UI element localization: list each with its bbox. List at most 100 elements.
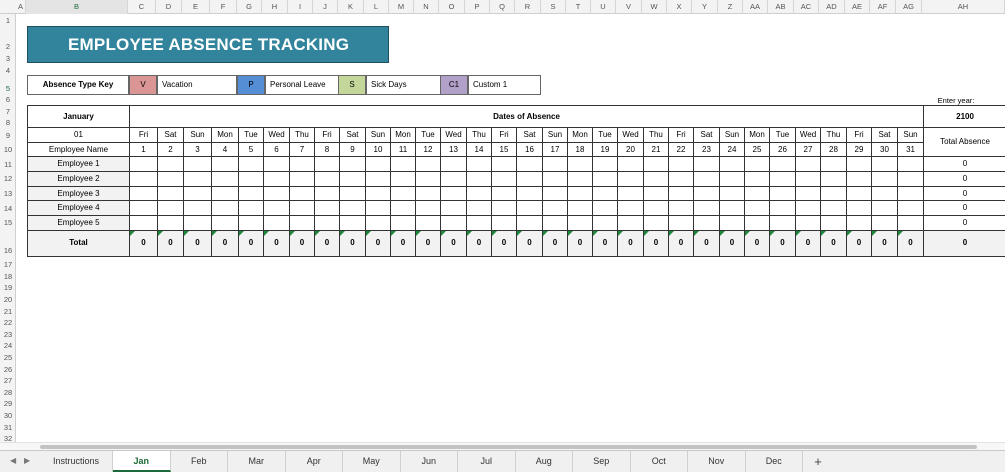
day-total-cell[interactable]: 0	[567, 229, 593, 257]
tab-scroll-right-icon[interactable]: ▶	[24, 456, 30, 465]
absence-cell[interactable]	[693, 200, 720, 217]
absence-cell[interactable]	[289, 215, 315, 231]
column-header-k[interactable]: K	[338, 0, 364, 14]
sheet-tab-nov[interactable]: Nov	[688, 451, 746, 472]
day-total-cell[interactable]: 0	[157, 229, 184, 257]
row-header-31[interactable]: 31	[0, 422, 16, 433]
absence-cell[interactable]	[440, 215, 467, 231]
absence-cell[interactable]	[643, 200, 669, 217]
absence-cell[interactable]	[238, 215, 264, 231]
day-number-cell[interactable]: 24	[719, 141, 745, 158]
column-header-af[interactable]: AF	[870, 0, 896, 14]
day-total-cell[interactable]: 0	[617, 229, 644, 257]
absence-cell[interactable]	[617, 156, 644, 173]
absence-cell[interactable]	[542, 156, 568, 173]
day-number-cell[interactable]: 9	[339, 141, 366, 158]
row-header-23[interactable]: 23	[0, 329, 16, 340]
column-header-s[interactable]: S	[541, 0, 566, 14]
employee-total-cell[interactable]: 0	[923, 185, 1005, 202]
absence-cell[interactable]	[390, 171, 416, 187]
day-total-cell[interactable]: 0	[693, 229, 720, 257]
employee-name-cell[interactable]: Employee 3	[27, 185, 130, 202]
absence-cell[interactable]	[365, 156, 391, 173]
column-header-e[interactable]: E	[182, 0, 210, 14]
absence-cell[interactable]	[693, 171, 720, 187]
absence-cell[interactable]	[289, 156, 315, 173]
weekday-cell[interactable]: Sun	[896, 127, 925, 143]
weekday-cell[interactable]: Tue	[415, 127, 441, 143]
day-number-cell[interactable]: 18	[567, 141, 593, 158]
absence-cell[interactable]	[440, 171, 467, 187]
weekday-cell[interactable]: Sun	[719, 127, 745, 143]
column-header-ah[interactable]: AH	[922, 0, 1005, 14]
day-number-cell[interactable]: 4	[211, 141, 239, 158]
absence-cell[interactable]	[617, 171, 644, 187]
column-header-u[interactable]: U	[591, 0, 616, 14]
absence-cell[interactable]	[157, 215, 184, 231]
absence-cell[interactable]	[365, 171, 391, 187]
day-total-cell[interactable]: 0	[668, 229, 694, 257]
day-total-cell[interactable]: 0	[592, 229, 618, 257]
row-header-11[interactable]: 11	[0, 159, 16, 170]
weekday-cell[interactable]: Sun	[542, 127, 568, 143]
absence-cell[interactable]	[238, 200, 264, 217]
absence-cell[interactable]	[820, 200, 847, 217]
column-header-ab[interactable]: AB	[768, 0, 794, 14]
absence-cell[interactable]	[466, 200, 492, 217]
employee-name-cell[interactable]: Employee 1	[27, 156, 130, 173]
column-header-p[interactable]: P	[465, 0, 490, 14]
weekday-cell[interactable]: Sat	[339, 127, 366, 143]
day-total-cell[interactable]: 0	[744, 229, 770, 257]
employee-total-cell[interactable]: 0	[923, 171, 1005, 187]
weekday-cell[interactable]: Tue	[238, 127, 264, 143]
absence-cell[interactable]	[769, 185, 796, 202]
absence-cell[interactable]	[129, 215, 158, 231]
absence-cell[interactable]	[339, 200, 366, 217]
absence-cell[interactable]	[516, 156, 543, 173]
column-header-ac[interactable]: AC	[794, 0, 819, 14]
weekday-cell[interactable]: Thu	[289, 127, 315, 143]
absence-cell[interactable]	[896, 200, 925, 217]
absence-cell[interactable]	[390, 215, 416, 231]
day-number-cell[interactable]: 5	[238, 141, 264, 158]
absence-cell[interactable]	[617, 215, 644, 231]
column-header-o[interactable]: O	[439, 0, 465, 14]
weekday-cell[interactable]: Thu	[643, 127, 669, 143]
absence-cell[interactable]	[466, 171, 492, 187]
absence-cell[interactable]	[365, 185, 391, 202]
absence-cell[interactable]	[592, 215, 618, 231]
sheet-tab-jan[interactable]: Jan	[113, 451, 171, 472]
absence-cell[interactable]	[211, 156, 239, 173]
sheet-tab-mar[interactable]: Mar	[228, 451, 286, 472]
row-header-27[interactable]: 27	[0, 375, 16, 386]
weekday-cell[interactable]: Fri	[846, 127, 872, 143]
absence-cell[interactable]	[567, 171, 593, 187]
weekday-cell[interactable]: Sun	[365, 127, 391, 143]
row-header-29[interactable]: 29	[0, 398, 16, 409]
absence-cell[interactable]	[744, 156, 770, 173]
absence-cell[interactable]	[157, 156, 184, 173]
absence-cell[interactable]	[415, 156, 441, 173]
add-sheet-button[interactable]: +	[805, 451, 831, 472]
absence-cell[interactable]	[769, 200, 796, 217]
absence-cell[interactable]	[263, 185, 290, 202]
absence-cell[interactable]	[440, 185, 467, 202]
absence-cell[interactable]	[744, 185, 770, 202]
column-header-i[interactable]: I	[288, 0, 313, 14]
absence-cell[interactable]	[567, 215, 593, 231]
day-number-cell[interactable]: 2	[157, 141, 184, 158]
dates-of-absence-header[interactable]: Dates of Absence	[128, 105, 925, 128]
absence-cell[interactable]	[390, 200, 416, 217]
absence-cell[interactable]	[415, 215, 441, 231]
horizontal-scrollbar[interactable]	[0, 442, 1005, 450]
employee-total-cell[interactable]: 0	[923, 215, 1005, 231]
weekday-cell[interactable]: Sat	[693, 127, 720, 143]
day-number-cell[interactable]: 19	[592, 141, 618, 158]
day-number-cell[interactable]: 31	[896, 141, 925, 158]
weekday-cell[interactable]: Tue	[769, 127, 796, 143]
absence-cell[interactable]	[314, 185, 340, 202]
sheet-tab-feb[interactable]: Feb	[171, 451, 228, 472]
column-header-t[interactable]: T	[566, 0, 591, 14]
column-header-g[interactable]: G	[237, 0, 262, 14]
row-header-22[interactable]: 22	[0, 317, 16, 328]
